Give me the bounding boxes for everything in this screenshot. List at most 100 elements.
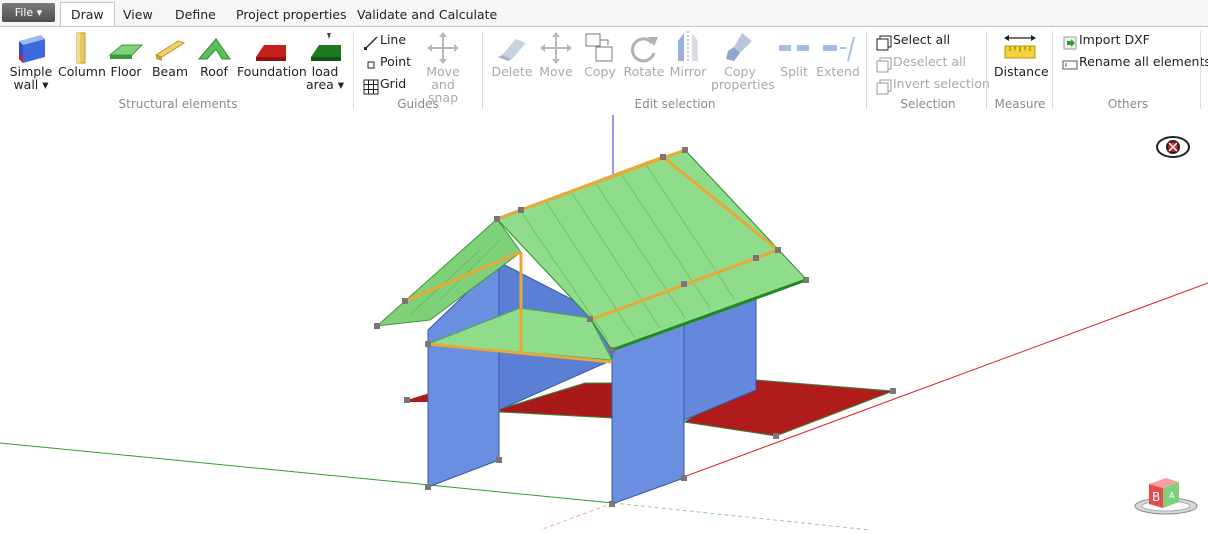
roof-icon: [196, 31, 232, 65]
delete-button[interactable]: Delete: [490, 31, 534, 78]
point-icon: [363, 57, 377, 69]
select-all-icon: [876, 35, 892, 50]
y-axis-negative: [612, 502, 871, 531]
tab-view[interactable]: View: [113, 4, 163, 26]
rotate-icon: [626, 31, 662, 65]
column-label: Column: [58, 64, 106, 79]
group-separator: [1200, 31, 1201, 109]
group-separator: [1052, 31, 1053, 109]
3d-viewport[interactable]: BA: [0, 115, 1208, 534]
load-area-icon: [307, 31, 343, 65]
group-label-edit-selection: Edit selection: [634, 97, 716, 111]
distance-label: Distance: [994, 64, 1049, 79]
line-label: Line: [380, 32, 407, 47]
beam-icon: [152, 31, 188, 65]
rotate-label: Rotate: [623, 64, 665, 79]
grid-icon: [363, 79, 379, 94]
import-icon: [1062, 35, 1077, 49]
deselect-all-label: Deselect all: [893, 54, 967, 69]
floor-icon: [108, 31, 144, 65]
tab-define[interactable]: Define: [165, 4, 226, 26]
tab-draw[interactable]: Draw: [60, 2, 115, 27]
group-label-selection: Selection: [900, 97, 956, 111]
visibility-toggle-icon[interactable]: [1155, 133, 1191, 161]
grid-label: Grid: [380, 76, 407, 91]
load-area-label: load area ▾: [305, 64, 345, 92]
ribbon-panel: Simple wall ▾ Column Floor Beam Roof Fou…: [0, 26, 1208, 116]
file-menu-label: File: [14, 6, 34, 19]
invert-selection-label: Invert selection: [893, 76, 990, 91]
foundation-label: Foundation: [237, 64, 307, 79]
foundation-icon: [252, 31, 288, 65]
simple-wall-button[interactable]: Simple wall ▾: [8, 31, 54, 91]
extend-label: Extend: [816, 64, 860, 79]
rename-icon: [1062, 57, 1078, 69]
move-label: Move: [539, 64, 573, 79]
split-button[interactable]: Split: [773, 31, 815, 78]
deselect-all-icon: [876, 57, 892, 72]
group-label-guides: Guides: [397, 97, 439, 111]
split-label: Split: [780, 64, 808, 79]
invert-selection-button[interactable]: Invert selection: [876, 75, 990, 94]
mirror-label: Mirror: [669, 64, 707, 79]
move-button[interactable]: Move: [535, 31, 577, 78]
invert-selection-icon: [876, 79, 892, 94]
x-axis-negative: [539, 502, 614, 531]
group-label-structural: Structural elements: [118, 97, 238, 111]
ribbon-tab-strip: File ▾ Draw View Define Project properti…: [0, 0, 1208, 27]
view-cube-icon[interactable]: BA: [1133, 470, 1199, 516]
group-separator: [482, 31, 483, 109]
mirror-button[interactable]: Mirror: [667, 31, 709, 78]
column-icon: [62, 31, 98, 65]
distance-button[interactable]: Distance: [994, 31, 1049, 79]
extend-icon: [820, 31, 856, 65]
rename-all-label: Rename all elements: [1079, 54, 1208, 69]
split-icon: [776, 31, 812, 65]
group-label-others: Others: [1107, 97, 1149, 111]
group-label-measure: Measure: [994, 97, 1046, 111]
tab-validate-calculate[interactable]: Validate and Calculate: [347, 4, 507, 26]
floor-button[interactable]: Floor: [106, 31, 146, 78]
roof-label: Roof: [200, 64, 228, 79]
grid-button[interactable]: Grid: [363, 75, 407, 94]
line-icon: [363, 35, 378, 50]
svg-text:B: B: [1152, 490, 1160, 504]
copy-label: Copy: [584, 64, 616, 79]
rotate-button[interactable]: Rotate: [623, 31, 665, 78]
select-all-label: Select all: [893, 32, 951, 47]
eraser-icon: [494, 31, 530, 65]
group-separator: [866, 31, 867, 109]
rename-all-elements-button[interactable]: Rename all elements: [1062, 53, 1208, 71]
mirror-icon: [670, 31, 706, 65]
roof-button[interactable]: Roof: [194, 31, 234, 78]
simple-wall-label: Simple wall ▾: [9, 64, 53, 92]
tab-project-properties[interactable]: Project properties: [226, 4, 357, 26]
copy-button[interactable]: Copy: [579, 31, 621, 78]
svg-text:A: A: [1169, 491, 1175, 500]
ruler-icon: [1002, 31, 1038, 65]
group-separator: [353, 31, 354, 109]
load-area-button[interactable]: load area ▾: [305, 31, 345, 91]
copy-properties-button[interactable]: Copy properties: [711, 31, 775, 92]
model-canvas[interactable]: [0, 115, 1208, 534]
select-all-button[interactable]: Select all: [876, 31, 951, 50]
point-label: Point: [380, 54, 412, 69]
floor-label: Floor: [110, 64, 142, 79]
beam-button[interactable]: Beam: [150, 31, 190, 78]
brush-icon: [722, 31, 758, 65]
beam-label: Beam: [151, 64, 189, 79]
file-menu-button[interactable]: File ▾: [2, 3, 55, 22]
line-button[interactable]: Line: [363, 31, 407, 50]
foundation-button[interactable]: Foundation: [237, 31, 307, 79]
y-axis-line: [0, 442, 614, 504]
move-and-snap-button[interactable]: Move and snap: [414, 31, 472, 104]
wall-icon: [13, 31, 49, 65]
point-button[interactable]: Point: [363, 53, 411, 71]
import-dxf-button[interactable]: Import DXF: [1062, 31, 1150, 49]
copy-properties-label: Copy properties: [711, 64, 775, 92]
column-button[interactable]: Column: [58, 31, 106, 79]
deselect-all-button[interactable]: Deselect all: [876, 53, 967, 72]
copy-icon: [582, 31, 618, 65]
import-dxf-label: Import DXF: [1079, 32, 1150, 47]
extend-button[interactable]: Extend: [816, 31, 860, 78]
